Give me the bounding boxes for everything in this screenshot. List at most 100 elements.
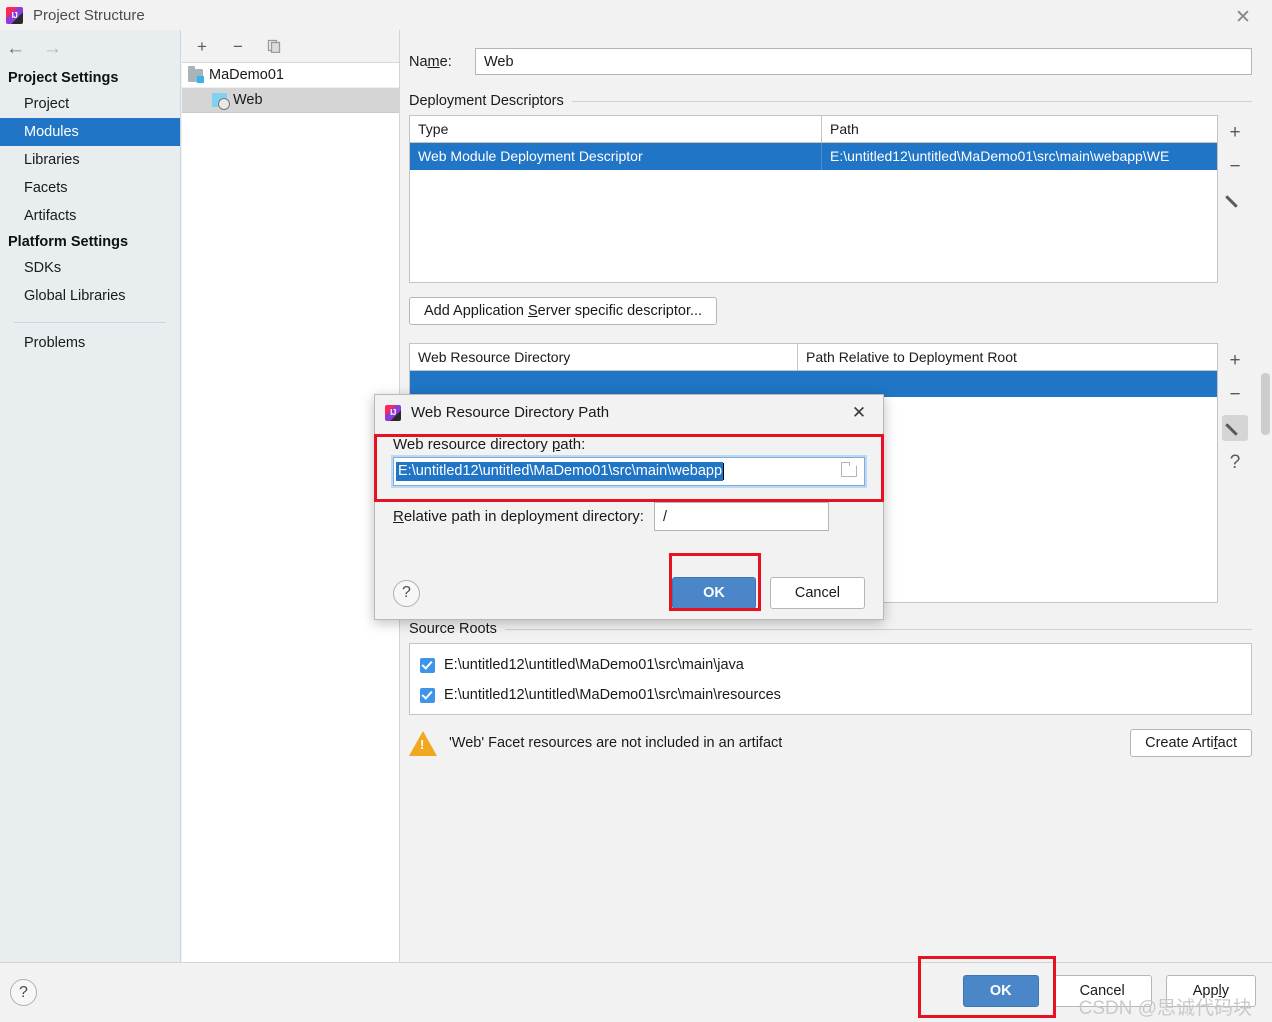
deployment-descriptors-table: Type Path Web Module Deployment Descript… xyxy=(409,115,1218,283)
folder-browse-icon[interactable] xyxy=(841,462,857,477)
window-titlebar: Project Structure xyxy=(0,0,1272,30)
window-title: Project Structure xyxy=(33,6,145,24)
column-header-type[interactable]: Type xyxy=(410,116,822,142)
pencil-icon xyxy=(1228,421,1243,436)
pencil-icon xyxy=(1228,193,1243,208)
sidebar-divider xyxy=(14,322,166,323)
sidebar-group-project-settings: Project Settings xyxy=(8,70,119,86)
source-roots-section-title: Source Roots xyxy=(409,621,1252,637)
deployment-descriptors-table-wrap: Type Path Web Module Deployment Descript… xyxy=(409,115,1252,283)
sidebar-item-artifacts[interactable]: Artifacts xyxy=(0,202,180,230)
module-folder-icon xyxy=(188,65,204,83)
source-roots-list: E:\untitled12\untitled\MaDemo01\src\main… xyxy=(409,643,1252,715)
warning-triangle-icon xyxy=(409,730,437,756)
column-header-web-resource-directory[interactable]: Web Resource Directory xyxy=(410,344,798,370)
source-root-path: E:\untitled12\untitled\MaDemo01\src\main… xyxy=(444,657,744,673)
sidebar-item-facets[interactable]: Facets xyxy=(0,174,180,202)
section-rule xyxy=(571,100,1252,102)
main-scrollbar-thumb[interactable] xyxy=(1261,373,1270,435)
intellij-idea-icon xyxy=(6,6,23,24)
deployment-descriptors-section-title: Deployment Descriptors xyxy=(409,93,1252,109)
column-header-path[interactable]: Path xyxy=(822,116,1217,142)
sidebar-item-global-libraries[interactable]: Global Libraries xyxy=(0,282,180,310)
list-item[interactable]: E:\untitled12\untitled\MaDemo01\src\main… xyxy=(410,680,1251,710)
web-resource-side-toolbar: + − ? xyxy=(1218,343,1252,603)
module-name-label: Name: xyxy=(409,53,452,70)
sidebar-nav-arrows: ← → xyxy=(0,30,180,66)
copy-module-icon[interactable] xyxy=(264,36,284,56)
relative-path-row: Relative path in deployment directory: / xyxy=(393,502,865,531)
tree-node-web[interactable]: Web xyxy=(182,88,399,113)
sidebar-item-project[interactable]: Project xyxy=(0,90,180,118)
table-header-row: Type Path xyxy=(410,116,1217,143)
source-root-path: E:\untitled12\untitled\MaDemo01\src\main… xyxy=(444,687,781,703)
create-artifact-button[interactable]: Create Artifact xyxy=(1130,729,1252,757)
tree-node-label: MaDemo01 xyxy=(209,67,284,83)
module-name-row: Name: Web xyxy=(401,30,1272,75)
web-resource-path-input[interactable]: E:\untitled12\untitled\MaDemo01\src\main… xyxy=(391,455,867,488)
intellij-idea-icon xyxy=(385,404,401,421)
forward-arrow-icon[interactable]: → xyxy=(43,39,62,58)
table-header-row: Web Resource Directory Path Relative to … xyxy=(410,344,1217,371)
sidebar-item-libraries[interactable]: Libraries xyxy=(0,146,180,174)
remove-module-button[interactable]: − xyxy=(228,36,248,56)
add-descriptor-button[interactable]: + xyxy=(1222,119,1248,145)
web-resource-help-button[interactable]: ? xyxy=(1222,449,1248,475)
modal-ok-button[interactable]: OK xyxy=(672,577,756,609)
sidebar-item-modules[interactable]: Modules xyxy=(0,118,180,146)
table-row[interactable]: Web Module Deployment Descriptor E:\unti… xyxy=(410,143,1217,170)
add-descriptor-button-wrap: Add Application Server specific descript… xyxy=(409,297,1272,325)
modal-footer: ? OK Cancel xyxy=(375,577,883,609)
remove-descriptor-button[interactable]: − xyxy=(1222,153,1248,179)
add-application-server-descriptor-button[interactable]: Add Application Server specific descript… xyxy=(409,297,718,325)
add-module-button[interactable]: + xyxy=(192,36,212,56)
text-caret xyxy=(723,463,725,480)
tree-node-mademo01[interactable]: MaDemo01 xyxy=(182,63,399,88)
module-name-value: Web xyxy=(484,53,514,70)
relative-path-value: / xyxy=(662,508,668,525)
cell-type: Web Module Deployment Descriptor xyxy=(410,143,822,170)
close-icon[interactable]: ✕ xyxy=(1232,6,1254,28)
list-item[interactable]: E:\untitled12\untitled\MaDemo01\src\main… xyxy=(410,650,1251,680)
dialog-cancel-button[interactable]: Cancel xyxy=(1052,975,1152,1007)
section-rule xyxy=(504,628,1252,630)
dialog-action-buttons: OK Cancel Apply xyxy=(962,975,1256,1007)
sidebar-group-platform-settings: Platform Settings xyxy=(8,234,129,250)
relative-path-label: Relative path in deployment directory: xyxy=(393,508,644,525)
modal-titlebar: Web Resource Directory Path xyxy=(375,395,883,430)
dialog-help-button[interactable]: ? xyxy=(10,979,37,1006)
module-tree-panel: + − MaDemo01 Web xyxy=(182,30,400,962)
module-tree-toolbar: + − xyxy=(182,30,399,63)
back-arrow-icon[interactable]: ← xyxy=(6,39,25,58)
cell-path: E:\untitled12\untitled\MaDemo01\src\main… xyxy=(830,148,1170,164)
modal-cancel-button[interactable]: Cancel xyxy=(769,577,865,609)
column-header-path-relative-to-deployment-root[interactable]: Path Relative to Deployment Root xyxy=(798,344,1217,370)
web-resource-path-value: E:\untitled12\untitled\MaDemo01\src\main… xyxy=(396,462,724,481)
settings-sidebar: ← → Project Settings Project Modules Lib… xyxy=(0,30,181,962)
dialog-apply-button[interactable]: Apply xyxy=(1165,975,1256,1007)
modal-help-button[interactable]: ? xyxy=(393,579,420,607)
web-resource-path-label: Web resource directory path: xyxy=(393,436,586,453)
edit-descriptor-button[interactable] xyxy=(1222,187,1248,213)
relative-path-input[interactable]: / xyxy=(653,502,829,531)
modal-title-text: Web Resource Directory Path xyxy=(411,404,610,421)
source-root-checkbox[interactable] xyxy=(420,657,435,673)
tree-node-label: Web xyxy=(233,92,263,108)
add-web-resource-button[interactable]: + xyxy=(1222,347,1248,373)
edit-web-resource-button[interactable] xyxy=(1222,415,1248,441)
dialog-bottom-bar: ? OK Cancel Apply xyxy=(0,962,1272,1022)
web-resource-directory-path-dialog: Web Resource Directory Path ✕ Web resour… xyxy=(374,394,884,620)
sidebar-item-problems[interactable]: Problems xyxy=(0,329,180,357)
project-structure-window: Project Structure ✕ ← → Project Settings… xyxy=(0,0,1272,1022)
web-facet-icon xyxy=(212,93,230,110)
source-root-checkbox[interactable] xyxy=(420,687,435,703)
module-name-input[interactable]: Web xyxy=(475,48,1252,75)
artifact-warning-row: 'Web' Facet resources are not included i… xyxy=(409,729,1252,757)
web-resource-path-field-row: E:\untitled12\untitled\MaDemo01\src\main… xyxy=(391,455,867,488)
dialog-ok-button[interactable]: OK xyxy=(962,975,1039,1007)
modal-close-icon[interactable]: ✕ xyxy=(849,403,869,423)
descriptors-side-toolbar: + − xyxy=(1218,115,1252,283)
remove-web-resource-button[interactable]: − xyxy=(1222,381,1248,407)
artifact-warning-text: 'Web' Facet resources are not included i… xyxy=(449,735,783,751)
sidebar-item-sdks[interactable]: SDKs xyxy=(0,254,180,282)
